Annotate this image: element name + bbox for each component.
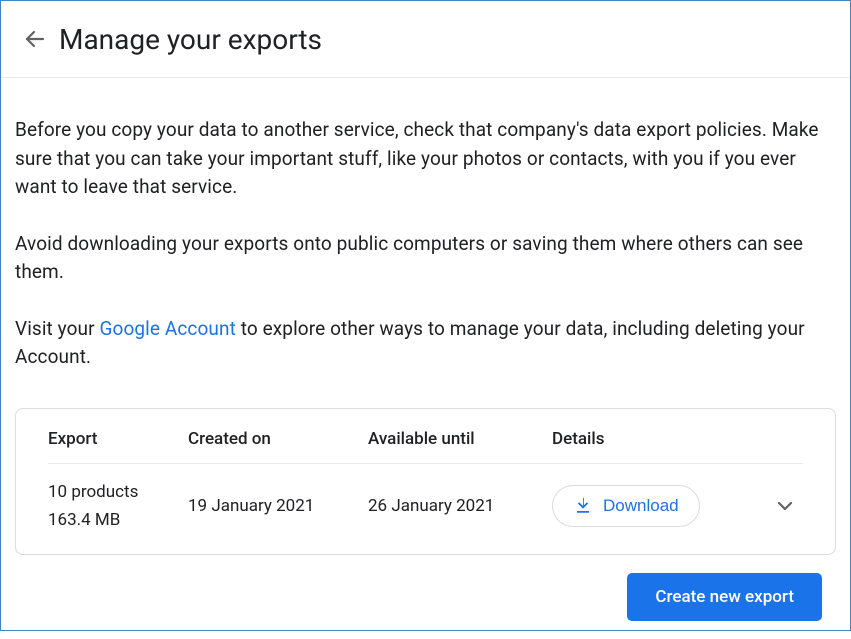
table-row: 10 products 163.4 MB 19 January 2021 26 … (48, 464, 803, 534)
download-button[interactable]: Download (552, 485, 700, 527)
expand-button[interactable] (767, 488, 803, 524)
footer-actions: Create new export (15, 555, 836, 621)
intro-paragraph-1: Before you copy your data to another ser… (15, 116, 836, 202)
cell-created-date: 19 January 2021 (188, 496, 368, 516)
export-size: 163.4 MB (48, 510, 188, 530)
cell-details: Download (552, 485, 803, 527)
column-header-available: Available until (368, 429, 552, 449)
exports-table: Export Created on Available until Detail… (15, 408, 836, 555)
create-new-export-button[interactable]: Create new export (627, 573, 822, 621)
download-label: Download (603, 496, 679, 516)
intro-paragraph-2: Avoid downloading your exports onto publ… (15, 230, 836, 287)
back-button[interactable] (15, 19, 55, 59)
table-header-row: Export Created on Available until Detail… (48, 429, 803, 464)
export-product-count: 10 products (48, 482, 188, 502)
intro-paragraph-3: Visit your Google Account to explore oth… (15, 315, 836, 372)
arrow-left-icon (23, 27, 47, 51)
column-header-created: Created on (188, 429, 368, 449)
download-icon (573, 496, 593, 516)
column-header-details: Details (552, 429, 803, 449)
page-title: Manage your exports (59, 23, 322, 56)
content-area: Before you copy your data to another ser… (1, 78, 850, 639)
chevron-down-icon (773, 494, 797, 518)
cell-available-date: 26 January 2021 (368, 496, 552, 516)
google-account-link[interactable]: Google Account (100, 317, 236, 340)
page-header: Manage your exports (1, 1, 850, 78)
column-header-export: Export (48, 429, 188, 449)
cell-export: 10 products 163.4 MB (48, 482, 188, 530)
intro-text-pre: Visit your (15, 317, 100, 340)
